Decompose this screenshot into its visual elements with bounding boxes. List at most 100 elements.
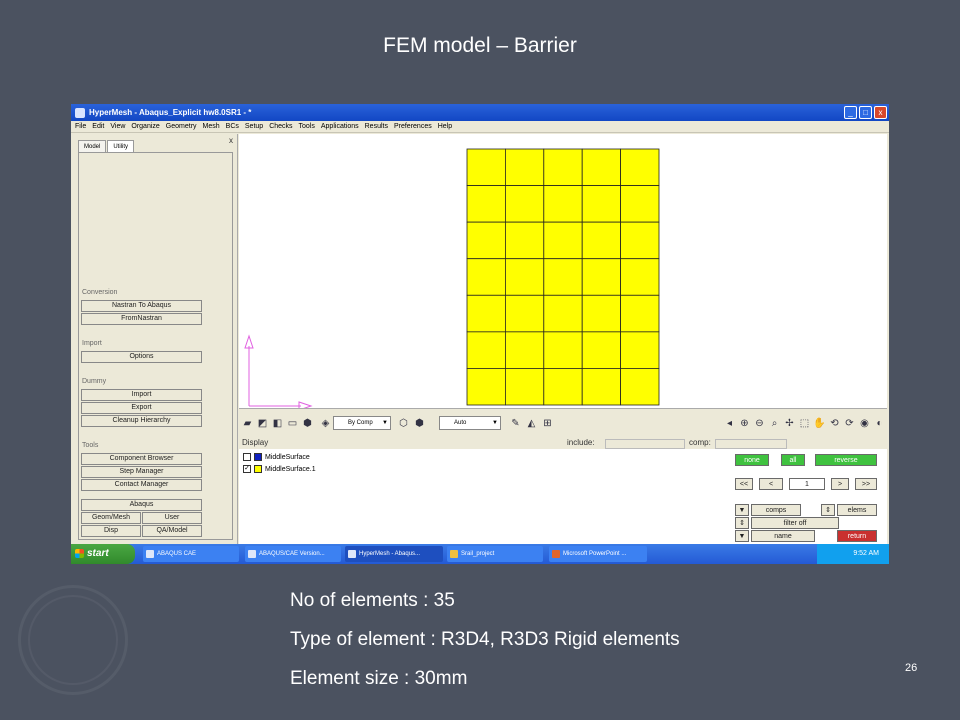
options-button[interactable]: Options: [81, 351, 202, 363]
geom-mesh-button[interactable]: Geom/Mesh: [81, 512, 141, 524]
minimize-button[interactable]: _: [844, 106, 857, 119]
mesh-element[interactable]: [543, 148, 583, 186]
entity-icon[interactable]: ◧: [271, 417, 284, 430]
component-browser-button[interactable]: Component Browser: [81, 453, 202, 465]
by-comp-select[interactable]: By Comp ▼: [333, 416, 391, 430]
mesh-element[interactable]: [504, 185, 545, 223]
return-button[interactable]: return: [837, 530, 877, 542]
shaded-cube-icon[interactable]: ⬢: [413, 417, 426, 430]
mesh-element[interactable]: [543, 221, 583, 260]
mesh-element[interactable]: [581, 331, 622, 369]
mesh-element[interactable]: [466, 331, 506, 369]
menu-preferences[interactable]: Preferences: [394, 123, 432, 130]
open-folder-icon[interactable]: ▰: [241, 417, 254, 430]
spin-icon[interactable]: ⟳: [843, 417, 856, 430]
mesh-element[interactable]: [543, 258, 583, 296]
name-dropdown-icon[interactable]: ▼: [735, 530, 749, 542]
mesh-element[interactable]: [504, 294, 545, 333]
mesh-element[interactable]: [466, 185, 506, 223]
mesh-element[interactable]: [581, 185, 622, 223]
menu-file[interactable]: File: [75, 123, 86, 130]
task-abaqus-cae[interactable]: ABAQUS CAE: [143, 546, 239, 562]
contact-manager-button[interactable]: Contact Manager: [81, 479, 202, 491]
menu-checks[interactable]: Checks: [269, 123, 292, 130]
fit-icon[interactable]: ⬚: [798, 417, 811, 430]
menu-organize[interactable]: Organize: [131, 123, 159, 130]
display-item[interactable]: ✓ MiddleSurface.1: [243, 465, 316, 473]
mesh-element[interactable]: [581, 258, 622, 296]
reverse-button[interactable]: reverse: [815, 454, 877, 466]
pan-icon[interactable]: ✋: [813, 417, 826, 430]
prev-page-button[interactable]: <: [759, 478, 783, 490]
qa-model-button[interactable]: QA/Model: [142, 525, 202, 537]
cube-icon[interactable]: ⬢: [301, 417, 314, 430]
color-mode-icon[interactable]: ◈: [319, 417, 332, 430]
comps-dropdown-icon[interactable]: ▼: [735, 504, 749, 516]
task-abaqus-version[interactable]: ABAQUS/CAE Version...: [245, 546, 341, 562]
view-icon[interactable]: ◉: [858, 417, 871, 430]
import-button[interactable]: Import: [81, 389, 202, 401]
clip-icon[interactable]: ◐: [873, 417, 886, 430]
menu-bcs[interactable]: BCs: [226, 123, 239, 130]
copy-icon[interactable]: ▭: [286, 417, 299, 430]
mesh-element[interactable]: [504, 221, 545, 260]
menu-results[interactable]: Results: [365, 123, 388, 130]
comp-field[interactable]: [715, 439, 787, 449]
pencil-icon[interactable]: ✎: [509, 417, 522, 430]
checkbox[interactable]: ✓: [243, 465, 251, 473]
mesh-element[interactable]: [466, 148, 506, 186]
save-icon[interactable]: ◩: [256, 417, 269, 430]
zoom-box-icon[interactable]: ⌕: [768, 417, 781, 430]
mesh-element[interactable]: [620, 185, 660, 223]
include-field[interactable]: [605, 439, 685, 449]
mesh-element[interactable]: [620, 221, 660, 260]
maximize-button[interactable]: □: [859, 106, 872, 119]
grid-icon[interactable]: ⊞: [541, 417, 554, 430]
mesh-element[interactable]: [620, 148, 660, 186]
mesh-element[interactable]: [581, 148, 622, 186]
mesh-element[interactable]: [543, 368, 583, 406]
from-nastran-button[interactable]: FromNastran: [81, 313, 202, 325]
first-page-button[interactable]: <<: [735, 478, 753, 490]
mesh-element[interactable]: [466, 368, 506, 406]
name-button[interactable]: name: [751, 530, 815, 542]
start-button[interactable]: start: [71, 544, 135, 564]
checkbox[interactable]: [243, 453, 251, 461]
mesh-element[interactable]: [504, 331, 545, 369]
paint-icon[interactable]: ◭: [525, 417, 538, 430]
mesh-element[interactable]: [620, 368, 660, 406]
step-manager-button[interactable]: Step Manager: [81, 466, 202, 478]
comps-button[interactable]: comps: [751, 504, 801, 516]
abaqus-button[interactable]: Abaqus: [81, 499, 202, 511]
filter-switch-icon[interactable]: ⇕: [735, 517, 749, 529]
menu-tools[interactable]: Tools: [299, 123, 315, 130]
close-button[interactable]: x: [874, 106, 887, 119]
all-button[interactable]: all: [781, 454, 805, 466]
none-button[interactable]: none: [735, 454, 769, 466]
mesh-element[interactable]: [466, 258, 506, 296]
mesh-element[interactable]: [581, 221, 622, 260]
zoom-out-icon[interactable]: ⊖: [753, 417, 766, 430]
menu-applications[interactable]: Applications: [321, 123, 359, 130]
panel-close-icon[interactable]: x: [229, 136, 233, 145]
last-page-button[interactable]: >>: [855, 478, 877, 490]
mesh-element[interactable]: [620, 294, 660, 333]
auto-select[interactable]: Auto ▼: [439, 416, 501, 430]
task-powerpoint[interactable]: Microsoft PowerPoint ...: [549, 546, 647, 562]
center-icon[interactable]: ✢: [783, 417, 796, 430]
nastran-to-abaqus-button[interactable]: Nastran To Abaqus: [81, 300, 202, 312]
mesh-element[interactable]: [620, 258, 660, 296]
mesh-element[interactable]: [504, 148, 545, 186]
mesh-element[interactable]: [504, 368, 545, 406]
mesh-element[interactable]: [466, 221, 506, 260]
page-field[interactable]: 1: [789, 478, 825, 490]
zoom-in-icon[interactable]: ⊕: [738, 417, 751, 430]
mesh-element[interactable]: [620, 331, 660, 369]
mesh-element[interactable]: [543, 294, 583, 333]
mesh-element[interactable]: [504, 258, 545, 296]
mesh-element[interactable]: [543, 185, 583, 223]
display-item[interactable]: MiddleSurface: [243, 453, 310, 461]
rotate-icon[interactable]: ⟲: [828, 417, 841, 430]
menu-view[interactable]: View: [110, 123, 125, 130]
rotate-left-icon[interactable]: ◂: [723, 417, 736, 430]
